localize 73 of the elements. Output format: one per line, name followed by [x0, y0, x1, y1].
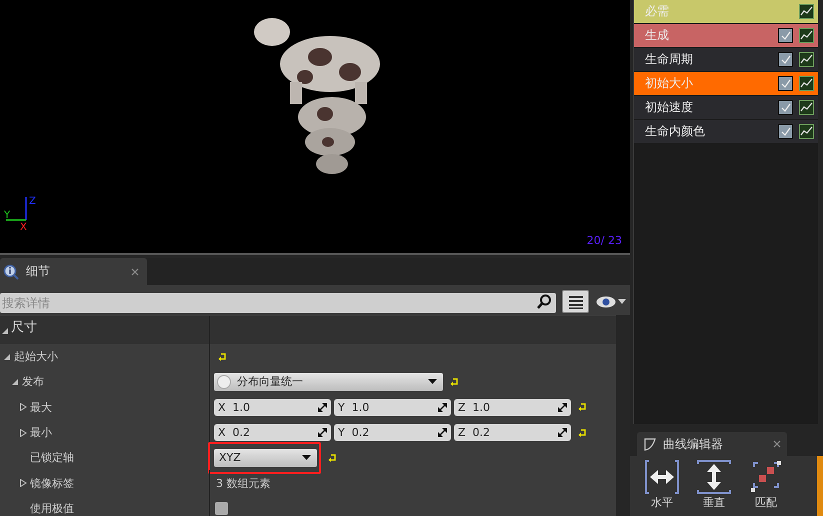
distribution-dropdown[interactable]: 分布向量统一: [214, 372, 443, 391]
reset-arrow-icon[interactable]: [450, 378, 459, 386]
info-magnifier-icon: [3, 264, 19, 280]
curve-graph-icon[interactable]: [799, 4, 814, 19]
property-label: 已锁定轴: [30, 450, 74, 466]
property-label: 镜像标签: [30, 476, 74, 491]
curve-graph-icon[interactable]: [799, 124, 814, 139]
curve-fit-button[interactable]: 匹配: [742, 459, 790, 516]
vector-component-field[interactable]: Z 1.0: [454, 398, 571, 416]
collapsed-triangle-icon[interactable]: [20, 428, 27, 437]
drag-arrows-icon: [438, 428, 447, 438]
circle-icon: [217, 374, 231, 389]
caret-icon: [302, 455, 311, 460]
curve-editor-tab[interactable]: 曲线编辑器: [637, 432, 787, 456]
collapsed-triangle-icon[interactable]: [20, 403, 27, 412]
list-view-button[interactable]: [562, 290, 589, 313]
curve-fit-button[interactable]: 水平: [638, 459, 686, 516]
axis-dropdown[interactable]: XYZ: [214, 448, 317, 467]
curve-fit-button[interactable]: 垂直: [690, 459, 738, 516]
expanded-triangle-icon[interactable]: [12, 378, 19, 386]
eye-icon: [596, 296, 616, 308]
property-label: 使用极值: [30, 500, 74, 516]
expanded-triangle-icon[interactable]: [4, 352, 11, 361]
close-icon[interactable]: [131, 268, 139, 276]
drag-arrows-icon: [558, 402, 567, 412]
details-tab[interactable]: 细节: [0, 258, 147, 285]
caret-icon: [618, 299, 626, 304]
category-header[interactable]: 尺寸: [0, 316, 616, 344]
visibility-dropdown[interactable]: [596, 296, 626, 308]
axis-gizmo-drawing: Z Y X: [2, 193, 36, 233]
frame-counter: 20/ 23: [586, 234, 622, 247]
horizontal-arrows-icon: [644, 459, 680, 495]
vector-component-field[interactable]: Y 1.0: [334, 398, 451, 416]
drag-arrows-icon: [318, 402, 327, 412]
module-row[interactable]: 生命内颜色: [634, 120, 818, 143]
checkbox[interactable]: [215, 502, 228, 515]
enable-checkbox[interactable]: [778, 76, 793, 91]
reset-arrow-icon[interactable]: [218, 352, 227, 361]
curve-graph-icon[interactable]: [799, 100, 814, 115]
property-label: 最小: [30, 425, 52, 440]
search-icon: [537, 294, 552, 308]
reset-arrow-icon[interactable]: [328, 454, 337, 462]
vector-component-field[interactable]: Z 0.2: [454, 424, 571, 442]
array-count: 3 数组元素: [215, 476, 270, 491]
drag-arrows-icon: [558, 428, 567, 438]
vertical-arrows-icon: [696, 459, 732, 495]
property-label: 最大: [30, 400, 52, 415]
curve-editor-icon: [643, 437, 657, 451]
vector-component-field[interactable]: X 1.0: [214, 398, 331, 416]
reset-arrow-icon[interactable]: [578, 403, 587, 412]
property-label: 发布: [22, 374, 44, 390]
module-row[interactable]: 初始速度: [634, 96, 818, 119]
module-row[interactable]: 生命周期: [634, 48, 818, 71]
enable-checkbox[interactable]: [778, 100, 793, 115]
curve-graph-icon[interactable]: [799, 52, 814, 67]
drag-arrows-icon: [318, 428, 327, 438]
drag-arrows-icon: [438, 402, 447, 412]
vector-component-field[interactable]: X 0.2: [214, 424, 331, 442]
caret-icon: [428, 379, 437, 384]
category-title: 尺寸: [11, 319, 37, 336]
list-icon: [568, 294, 582, 308]
collapsed-triangle-icon[interactable]: [20, 479, 27, 488]
search-field[interactable]: 搜索详情: [0, 292, 556, 312]
vector-component-field[interactable]: Y 0.2: [334, 424, 451, 442]
close-icon[interactable]: [773, 440, 781, 448]
enable-checkbox[interactable]: [778, 124, 793, 139]
reset-arrow-icon[interactable]: [578, 428, 587, 437]
curve-graph-icon[interactable]: [799, 28, 814, 43]
fit-keys-icon: [748, 459, 784, 495]
enable-checkbox[interactable]: [778, 52, 793, 67]
enable-checkbox[interactable]: [778, 28, 793, 43]
property-label: 起始大小: [14, 349, 58, 364]
curve-graph-icon[interactable]: [799, 76, 814, 91]
